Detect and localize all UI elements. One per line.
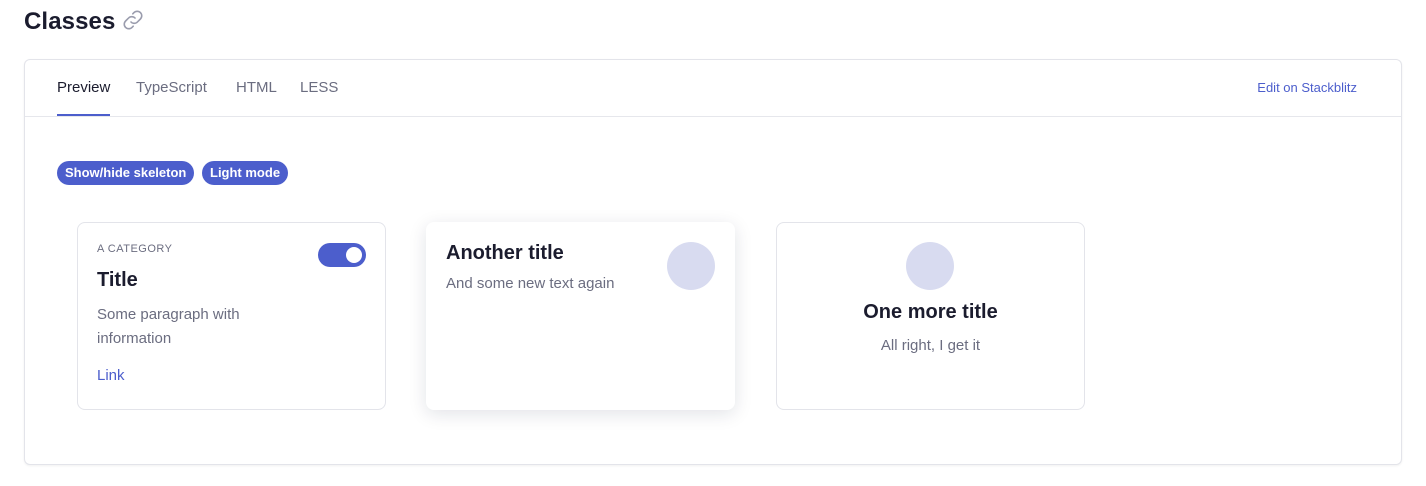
card-paragraph: Some paragraph with information xyxy=(97,306,240,347)
centered-card: One more title All right, I get it xyxy=(776,222,1085,410)
elevated-card: Another title And some new text again xyxy=(426,222,735,410)
card-paragraph: All right, I get it xyxy=(880,337,981,354)
card-paragraph: And some new text again xyxy=(446,275,615,292)
light-mode-button[interactable]: Light mode xyxy=(202,161,289,185)
card-toggle[interactable] xyxy=(318,243,366,267)
tab-typescript[interactable]: TypeScript xyxy=(136,60,207,116)
edit-on-stackblitz-link[interactable]: Edit on Stackblitz xyxy=(1257,60,1357,116)
card-title: One more title xyxy=(863,301,998,323)
tab-less[interactable]: LESS xyxy=(300,60,338,116)
tab-html[interactable]: HTML xyxy=(236,60,277,116)
category-card: A CATEGORY Title Some paragraph with inf… xyxy=(77,222,386,410)
show-hide-skeleton-button[interactable]: Show/hide skeleton xyxy=(57,161,195,185)
toggle-knob xyxy=(346,247,362,263)
page-heading: Classes xyxy=(24,6,145,38)
card-title: Title xyxy=(97,269,138,291)
card-title: Another title xyxy=(446,242,564,264)
card-category: A CATEGORY xyxy=(97,243,173,255)
tab-preview[interactable]: Preview xyxy=(57,60,111,116)
page-title: Classes xyxy=(24,8,116,35)
avatar xyxy=(667,242,715,290)
avatar xyxy=(906,242,954,290)
link-icon[interactable] xyxy=(121,8,145,32)
card-link[interactable]: Link xyxy=(97,367,125,384)
tab-bar: Preview TypeScript HTML LESS Edit on Sta… xyxy=(25,60,1401,117)
example-panel: Preview TypeScript HTML LESS Edit on Sta… xyxy=(24,59,1402,465)
